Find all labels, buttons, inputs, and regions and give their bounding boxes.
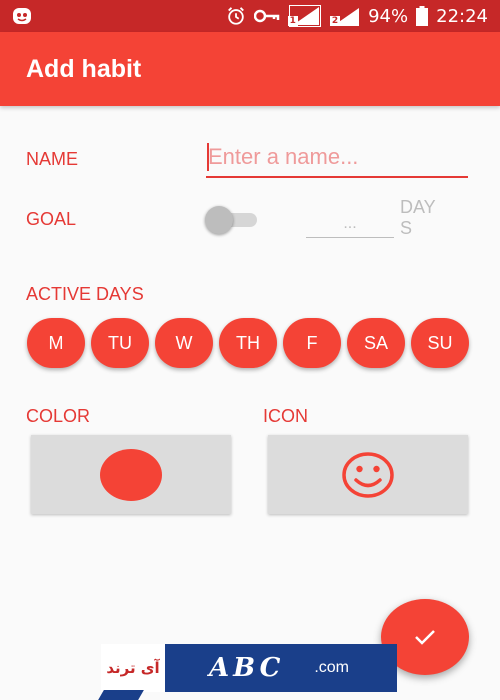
day-button-wednesday[interactable]: W	[155, 318, 213, 368]
sim1-badge: 1	[287, 16, 298, 26]
status-bar: 1 2 94% 22:24	[0, 0, 500, 32]
goal-unit-label: DAYS	[400, 197, 436, 238]
color-picker-button[interactable]	[31, 435, 231, 514]
active-days-label: ACTIVE DAYS	[26, 284, 144, 304]
watermark-strip	[98, 690, 144, 700]
day-button-friday[interactable]: F	[283, 318, 341, 368]
day-button-monday[interactable]: M	[27, 318, 85, 368]
text-cursor	[207, 143, 209, 171]
goal-days-input[interactable]	[306, 210, 394, 238]
goal-label: GOAL	[26, 209, 77, 229]
check-icon	[414, 629, 436, 645]
app-notification-icon	[12, 6, 32, 26]
icon-label: ICON	[263, 406, 308, 426]
sim2-badge: 2	[329, 16, 341, 26]
name-input[interactable]	[206, 142, 468, 178]
vpn-key-icon	[253, 6, 280, 26]
day-button-saturday[interactable]: SA	[347, 318, 405, 368]
smiley-face-icon	[340, 451, 396, 499]
day-button-thursday[interactable]: TH	[219, 318, 277, 368]
day-button-tuesday[interactable]: TU	[91, 318, 149, 368]
page-title: Add habit	[26, 54, 142, 83]
color-label: COLOR	[26, 406, 91, 426]
watermark-brand: ABC	[209, 653, 285, 683]
alarm-icon	[226, 6, 246, 26]
watermark-left-text: آی ترند	[101, 644, 165, 692]
clock-time: 22:24	[436, 5, 488, 27]
icon-picker-button[interactable]	[268, 435, 468, 514]
app-bar: Add habit	[0, 32, 500, 106]
watermark-banner: آی ترند ABC .com	[98, 644, 397, 700]
toggle-thumb	[205, 206, 233, 234]
battery-percent: 94%	[368, 5, 409, 27]
color-swatch	[100, 448, 162, 501]
day-button-sunday[interactable]: SU	[411, 318, 469, 368]
battery-icon	[416, 6, 429, 26]
day-selector: M TU W TH F SA SU	[27, 318, 469, 368]
goal-toggle[interactable]	[205, 206, 259, 234]
watermark-logo: ABC .com	[165, 644, 397, 692]
watermark-suffix: .com	[314, 659, 349, 676]
name-label: NAME	[26, 149, 79, 169]
